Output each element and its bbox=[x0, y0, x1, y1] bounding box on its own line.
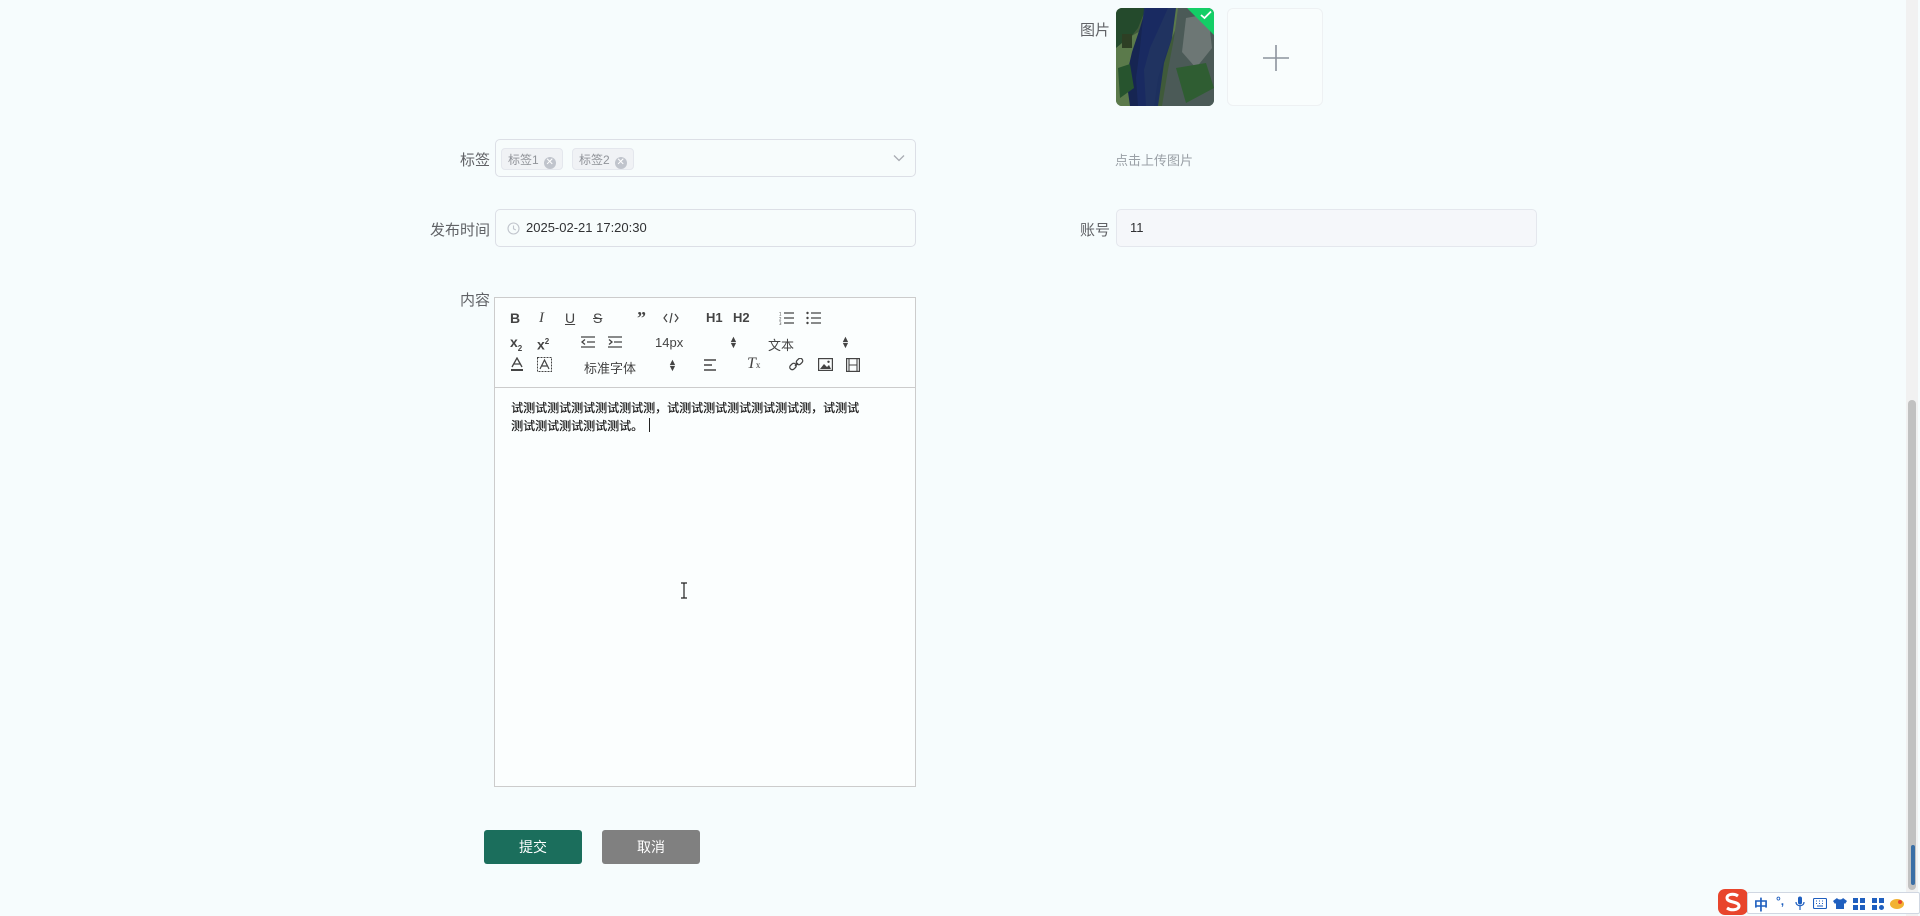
underline-button[interactable]: U bbox=[565, 309, 575, 327]
ime-logo-icon[interactable] bbox=[1717, 888, 1749, 916]
check-icon bbox=[1200, 10, 1212, 20]
scrollbar-thumb[interactable] bbox=[1908, 400, 1916, 890]
plus-icon bbox=[1263, 45, 1289, 71]
publish-time-value: 2025-02-21 17:20:30 bbox=[526, 220, 647, 235]
align-icon[interactable] bbox=[703, 359, 717, 371]
strike-button[interactable]: S bbox=[593, 309, 602, 327]
clock-icon bbox=[507, 222, 520, 235]
keyboard-icon[interactable] bbox=[1813, 898, 1827, 909]
bullet-list-icon[interactable] bbox=[806, 311, 822, 325]
header-style-select[interactable]: 文本 bbox=[768, 335, 794, 354]
content-label: 内容 bbox=[459, 292, 490, 309]
indent-icon[interactable] bbox=[607, 336, 623, 348]
image-icon[interactable] bbox=[818, 358, 833, 371]
font-size-select[interactable]: 14px bbox=[655, 335, 683, 350]
ime-app-icon[interactable] bbox=[1871, 897, 1885, 911]
text-cursor-icon bbox=[681, 582, 687, 599]
link-icon[interactable] bbox=[789, 358, 804, 372]
h1-button[interactable]: H1 bbox=[706, 309, 723, 327]
editor-content[interactable]: 试测试测试测试测试测试测，试测试测试测试测试测试测，试测试 测试测试测试测试测试… bbox=[511, 399, 901, 435]
subscript-button[interactable]: x2 bbox=[510, 333, 522, 358]
video-icon[interactable] bbox=[846, 358, 860, 372]
font-color-icon[interactable] bbox=[510, 357, 524, 372]
code-block-icon[interactable] bbox=[663, 312, 679, 324]
ordered-list-icon[interactable]: 1 2 3 bbox=[779, 311, 795, 325]
microphone-icon[interactable] bbox=[1795, 896, 1805, 911]
submit-button[interactable]: 提交 bbox=[484, 830, 582, 864]
font-family-select[interactable]: 标准字体 bbox=[584, 358, 636, 377]
editor-toolbar: B I U S ” H1 H2 1 2 3 x2 x2 14px ▲▼ 文本 bbox=[495, 298, 915, 388]
tag-chip: 标签2 ✕ bbox=[572, 148, 634, 170]
background-color-icon[interactable] bbox=[537, 357, 552, 372]
rich-text-editor: B I U S ” H1 H2 1 2 3 x2 x2 14px ▲▼ 文本 bbox=[494, 297, 916, 787]
quote-icon[interactable]: ” bbox=[637, 309, 646, 327]
h2-button[interactable]: H2 bbox=[733, 309, 750, 327]
font-size-chevron-icon: ▲ ▼ bbox=[729, 334, 738, 350]
tag-close-icon[interactable]: ✕ bbox=[543, 157, 556, 169]
scrollbar-position-indicator bbox=[1911, 845, 1915, 885]
bold-button[interactable]: B bbox=[510, 309, 520, 327]
clear-format-icon[interactable]: Tx bbox=[747, 355, 760, 374]
ime-toolbar: 中 °, bbox=[1717, 888, 1920, 916]
header-style-chevron-icon: ▲ ▼ bbox=[841, 334, 850, 350]
chevron-down-icon bbox=[893, 155, 905, 162]
image-label: 图片 bbox=[1079, 22, 1110, 39]
italic-button[interactable]: I bbox=[539, 309, 544, 327]
tags-select[interactable]: 标签1 ✕ 标签2 ✕ bbox=[495, 139, 916, 177]
text-caret bbox=[649, 418, 651, 432]
editor-content-line: 测试测试测试测试测试。 bbox=[511, 417, 901, 435]
tag-close-icon[interactable]: ✕ bbox=[614, 157, 627, 169]
satellite-image bbox=[1116, 8, 1214, 106]
toolbox-icon[interactable] bbox=[1852, 897, 1866, 911]
ime-punctuation[interactable]: °, bbox=[1776, 894, 1784, 908]
svg-text:3: 3 bbox=[779, 321, 782, 325]
editor-content-line: 试测试测试测试测试测试测，试测试测试测试测试测试测，试测试 bbox=[511, 401, 860, 415]
account-label: 账号 bbox=[1079, 222, 1110, 239]
tags-label: 标签 bbox=[459, 152, 490, 169]
superscript-button[interactable]: x2 bbox=[537, 333, 549, 354]
ime-mascot-icon[interactable] bbox=[1889, 896, 1905, 910]
upload-add-button[interactable] bbox=[1227, 8, 1323, 106]
upload-hint: 点击上传图片 bbox=[1115, 153, 1194, 168]
tag-chip: 标签1 ✕ bbox=[501, 148, 563, 170]
font-family-chevron-icon: ▲ ▼ bbox=[668, 357, 677, 373]
publish-time-label: 发布时间 bbox=[429, 222, 490, 239]
tag-label: 标签2 bbox=[579, 153, 610, 167]
tag-label: 标签1 bbox=[508, 153, 539, 167]
publish-time-picker[interactable]: 2025-02-21 17:20:30 bbox=[495, 209, 916, 247]
outdent-icon[interactable] bbox=[580, 336, 596, 348]
editor-content-text: 测试测试测试测试测试。 bbox=[511, 419, 644, 433]
ime-lang[interactable]: 中 bbox=[1754, 895, 1768, 915]
account-value: 11 bbox=[1130, 220, 1144, 235]
uploaded-image-thumbnail[interactable] bbox=[1116, 8, 1214, 106]
account-input[interactable]: 11 bbox=[1116, 209, 1537, 247]
cancel-button[interactable]: 取消 bbox=[602, 830, 700, 864]
skin-icon[interactable] bbox=[1832, 897, 1848, 910]
